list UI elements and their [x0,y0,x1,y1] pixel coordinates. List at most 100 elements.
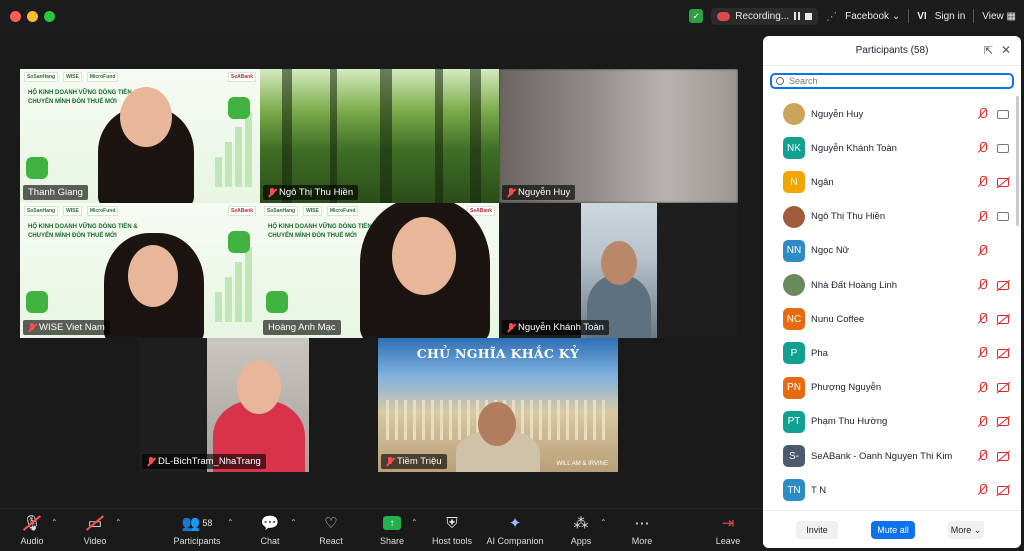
participant-face [128,245,178,307]
muted-mic-icon[interactable] [977,176,987,188]
language-indicator[interactable]: VI [917,11,926,22]
muted-mic-icon[interactable] [977,484,987,496]
participant-name: Ngân [811,176,834,188]
muted-mic-icon[interactable] [977,313,987,325]
host-tools-button[interactable]: ⛨ Host tools [417,513,487,547]
muted-mic-icon [507,323,515,332]
video-off-icon[interactable] [997,177,1009,187]
participant-list-scrollbar[interactable] [1016,96,1019,226]
audio-options-chevron-icon[interactable]: ⌃ [51,518,58,527]
leave-button[interactable]: ⇥ Leave [693,513,763,546]
video-off-icon[interactable] [997,451,1009,461]
muted-mic-icon[interactable] [977,450,987,462]
video-tile-wise-viet-nam[interactable]: SoSanHang WISE MicroFund SeABank HỘ KINH… [20,203,260,338]
video-tile-nguyen-huy[interactable]: Nguyễn Huy [499,69,738,203]
video-tile-dl-bichtram-nhatrang[interactable]: DL-BichTram_NhaTrang [139,338,309,472]
host-tools-label: Host tools [431,536,473,546]
apps-options-chevron-icon[interactable]: ⌃ [600,518,607,527]
video-off-icon[interactable] [997,485,1009,495]
security-shield-icon[interactable]: ✓ [689,9,704,23]
muted-mic-icon[interactable] [977,347,987,359]
participant-name: Nhà Đất Hoàng Linh [811,279,898,291]
chat-label: Chat [260,536,280,546]
muted-mic-icon[interactable] [977,210,987,223]
muted-mic-icon[interactable] [977,108,987,120]
react-label: React [319,536,343,546]
muted-mic-icon[interactable] [977,279,987,291]
participant-row[interactable]: NN Ngọc Nữ [763,236,1021,266]
heart-icon: ♡ [324,515,338,532]
participant-row[interactable]: PN Phượng Nguyễn [763,373,1021,403]
facebook-live-button[interactable]: Facebook ⌄ [845,11,900,22]
participants-count: 58 [202,518,213,528]
video-off-icon[interactable] [997,417,1009,427]
leave-door-icon: ⇥ [721,515,735,532]
pop-out-icon[interactable]: ⇱ [984,44,993,57]
participant-row[interactable]: TN T N [763,475,1021,505]
invite-button[interactable]: Invite [796,521,838,539]
video-off-icon[interactable] [997,348,1009,358]
participant-avatar: N [783,171,805,194]
more-label: More [631,536,653,546]
close-icon[interactable]: ✕ [1001,43,1011,57]
video-tile-tiem-trieu[interactable]: CHỦ NGHĨA KHẮC KỶ WILL AM & IRVINE Tiềm … [378,338,618,472]
cloud-record-icon [717,11,731,21]
mute-all-button[interactable]: Mute all [871,521,915,539]
maximize-window-button[interactable] [44,11,55,22]
participant-row[interactable]: S- SeABank - Oanh Nguyen Thi Kim [763,441,1021,471]
video-camera-icon[interactable] [997,212,1009,222]
panel-more-button[interactable]: More ⌄ [948,521,984,539]
search-placeholder: Search [789,76,818,86]
video-label: Video [83,536,107,546]
view-button[interactable]: View ▦ [982,11,1016,22]
more-dots-icon: ⋯ [634,515,650,532]
participant-name: Ngô Thị Thu Hiền [811,211,886,223]
pause-recording-icon[interactable] [794,12,801,20]
participant-row[interactable]: NK Nguyễn Khánh Toàn [763,133,1021,163]
stop-recording-icon[interactable] [805,12,813,20]
connection-signal-icon[interactable]: ⋰ [826,10,837,23]
muted-mic-icon[interactable] [977,244,987,257]
video-camera-icon[interactable] [997,143,1009,153]
sponsor-logos: SoSanHang WISE MicroFund SeABank [24,206,256,216]
video-camera-icon[interactable] [997,109,1009,119]
participant-name: Nguyễn Khánh Toàn [811,142,897,154]
participant-search-input[interactable]: Search [770,73,1014,89]
video-tile-ngo-thi-thu-hien[interactable]: Ngô Thị Thu Hiền [260,69,499,203]
participant-row[interactable]: PT Phạm Thu Hường [763,407,1021,437]
more-button[interactable]: ⋯ More [607,513,677,546]
muted-mic-icon[interactable] [977,142,987,154]
tile-name-label: Ngô Thị Thu Hiền [263,185,359,200]
participant-row[interactable]: Ngô Thị Thu Hiền [763,202,1021,232]
ai-companion-button[interactable]: ✦ AI Companion [480,513,550,546]
participants-options-chevron-icon[interactable]: ⌃ [227,518,234,527]
muted-mic-icon[interactable] [977,415,987,428]
slide-coin-icon [26,291,48,313]
video-off-icon[interactable] [997,280,1009,290]
close-window-button[interactable] [10,11,21,22]
video-tile-thanh-giang[interactable]: SoSanHang WISE MicroFund SeABank HỘ KINH… [20,69,260,203]
sign-in-link[interactable]: Sign in [935,11,966,22]
participant-row[interactable]: Nhà Đất Hoàng Linh [763,270,1021,300]
portrait-video [581,203,657,338]
video-tile-nguyen-khanh-toan[interactable]: Nguyễn Khánh Toàn [499,203,738,338]
participant-row[interactable]: P Pha [763,338,1021,368]
shield-icon: ⛨ [446,514,458,532]
wise-logo: WISE [303,206,322,216]
muted-mic-icon[interactable] [977,381,987,394]
participant-avatar: NN [783,239,805,262]
participant-row[interactable]: Nguyễn Huy [763,99,1021,129]
react-button[interactable]: ♡ React [296,513,366,546]
video-off-icon[interactable] [997,314,1009,324]
participants-button[interactable]: 👥 58 Participants [162,513,232,546]
participant-avatar: PT [783,410,805,433]
participant-row[interactable]: NC Nunu Coffee [763,304,1021,334]
video-options-chevron-icon[interactable]: ⌃ [115,518,122,527]
slide-plant-icon [228,231,250,253]
facebook-label: Facebook [845,10,890,22]
video-off-icon[interactable] [997,383,1009,393]
minimize-window-button[interactable] [27,11,38,22]
participant-row[interactable]: N Ngân [763,167,1021,197]
video-tile-hoang-anh-mac[interactable]: SoSanHang WISE MicroFund SeABank HỘ KINH… [260,203,499,338]
window-titlebar: ✓ Recording... ⋰ Facebook ⌄ VI Sign in V… [0,0,1024,32]
